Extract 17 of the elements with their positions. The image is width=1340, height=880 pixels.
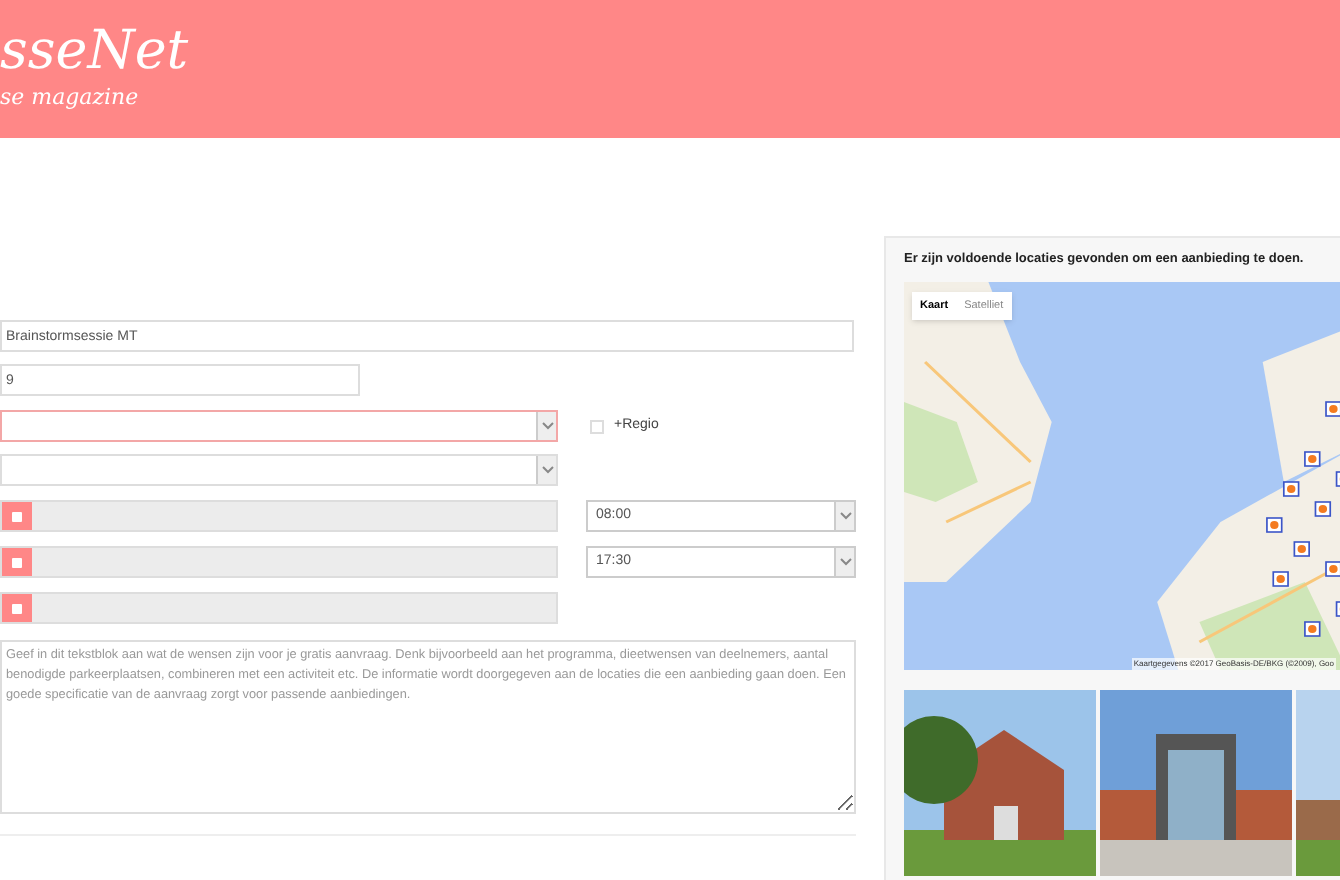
chevron-down-icon: [839, 558, 851, 566]
date-field[interactable]: [0, 592, 558, 624]
location-select[interactable]: [0, 410, 558, 442]
site-tagline: se magazine: [0, 84, 141, 112]
calendar-icon: [12, 603, 22, 613]
chevron-down-icon: [541, 466, 553, 474]
type-select[interactable]: [0, 454, 558, 486]
chevron-down-icon: [839, 512, 851, 520]
dropdown-toggle[interactable]: [536, 456, 556, 484]
chevron-down-icon: [541, 422, 553, 430]
calendar-icon: [12, 557, 22, 567]
dropdown-toggle[interactable]: [834, 548, 854, 576]
dropdown-toggle[interactable]: [536, 412, 556, 440]
date-field[interactable]: [0, 546, 558, 578]
date-field[interactable]: [0, 500, 558, 532]
dropdown-toggle[interactable]: [834, 502, 854, 530]
calendar-icon: [12, 511, 22, 521]
